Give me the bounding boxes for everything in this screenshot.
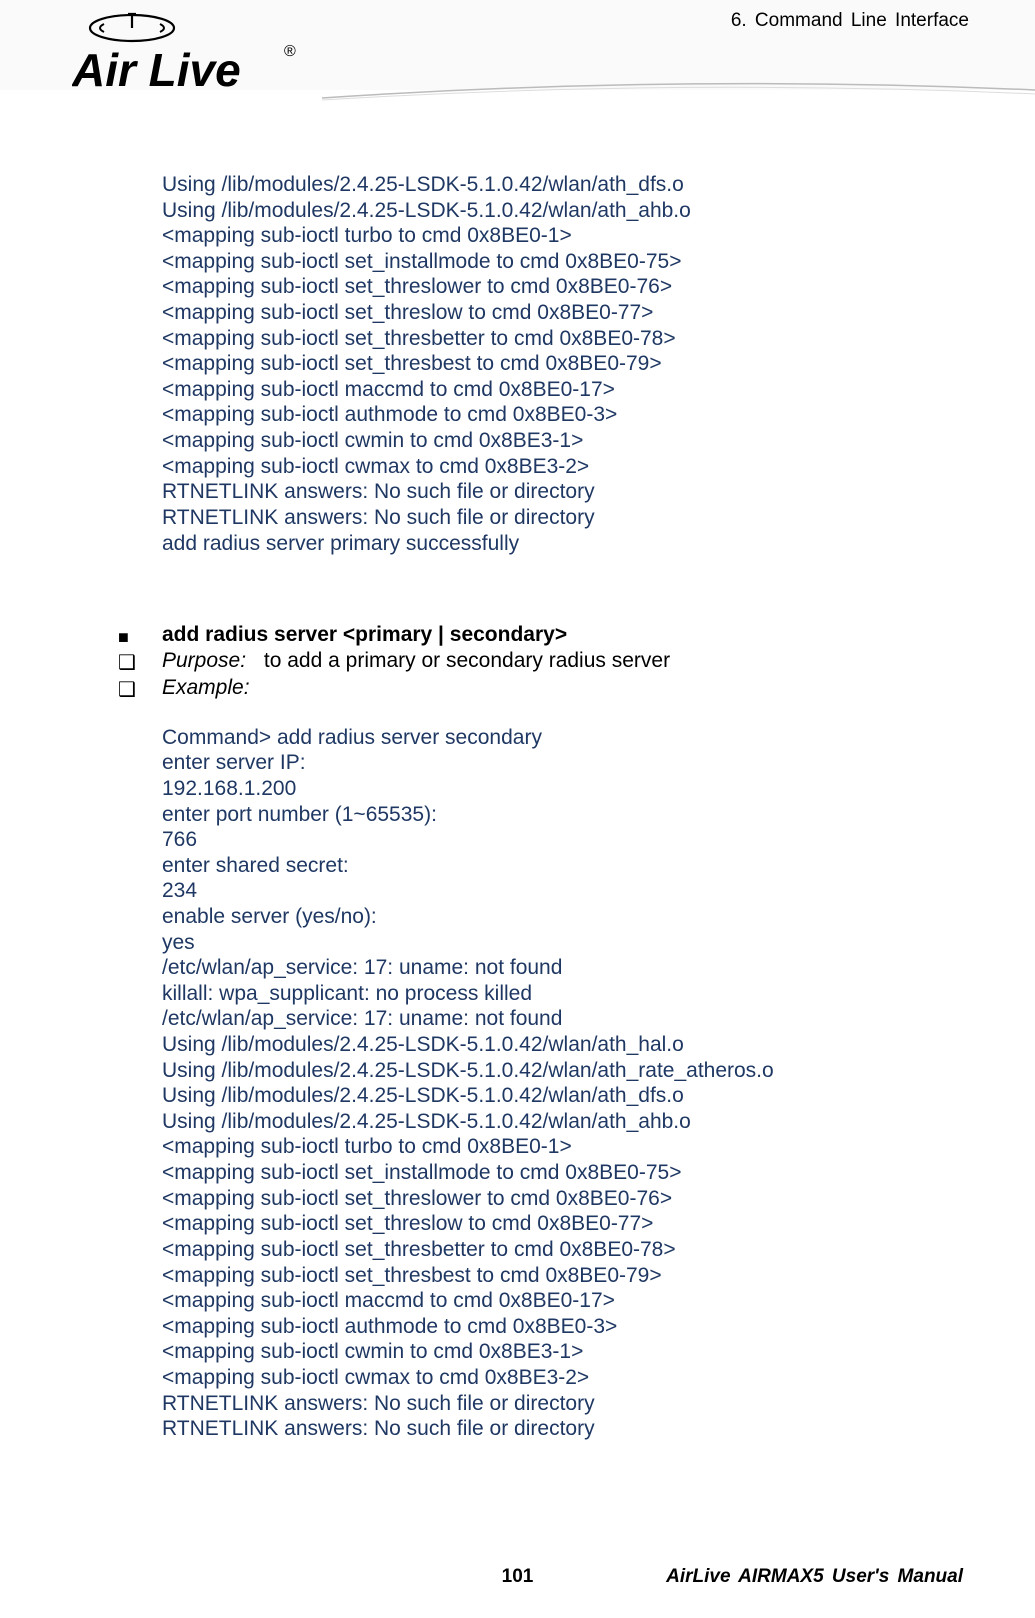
terminal-line: <mapping sub-ioctl set_installmode to cm… [162, 249, 963, 275]
terminal-line: killall: wpa_supplicant: no process kill… [162, 981, 963, 1007]
command-title: add radius server <primary | secondary> [162, 622, 567, 648]
terminal-line: <mapping sub-ioctl authmode to cmd 0x8BE… [162, 1314, 963, 1340]
terminal-line: <mapping sub-ioctl turbo to cmd 0x8BE0-1… [162, 1134, 963, 1160]
terminal-line: Using /lib/modules/2.4.25-LSDK-5.1.0.42/… [162, 1032, 963, 1058]
filled-square-bullet-icon [118, 622, 162, 648]
terminal-line: <mapping sub-ioctl set_threslow to cmd 0… [162, 1211, 963, 1237]
terminal-line: Command> add radius server secondary [162, 725, 963, 751]
terminal-line: Using /lib/modules/2.4.25-LSDK-5.1.0.42/… [162, 1058, 963, 1084]
terminal-line: <mapping sub-ioctl set_installmode to cm… [162, 1160, 963, 1186]
terminal-line: enter server IP: [162, 750, 963, 776]
terminal-line: Using /lib/modules/2.4.25-LSDK-5.1.0.42/… [162, 198, 963, 224]
svg-text:Air Live: Air Live [72, 44, 241, 96]
manual-title: AirLive AIRMAX5 User's Manual [666, 1566, 963, 1588]
terminal-line: 766 [162, 827, 963, 853]
page-header: Air Live ® 6. Command Line Interface [72, 0, 963, 116]
terminal-line: <mapping sub-ioctl maccmd to cmd 0x8BE0-… [162, 1288, 963, 1314]
terminal-line: <mapping sub-ioctl cwmax to cmd 0x8BE3-2… [162, 1365, 963, 1391]
purpose-text: to add a primary or secondary radius ser… [264, 649, 670, 672]
terminal-output-1: Using /lib/modules/2.4.25-LSDK-5.1.0.42/… [162, 172, 963, 556]
terminal-line: <mapping sub-ioctl cwmax to cmd 0x8BE3-2… [162, 454, 963, 480]
terminal-line: 192.168.1.200 [162, 776, 963, 802]
terminal-line: /etc/wlan/ap_service: 17: uname: not fou… [162, 955, 963, 981]
purpose-label: Purpose: [162, 649, 246, 672]
header-divider [322, 78, 1035, 102]
terminal-line: yes [162, 930, 963, 956]
terminal-line: 234 [162, 878, 963, 904]
command-purpose-row: Purpose: to add a primary or secondary r… [118, 648, 963, 674]
terminal-line: <mapping sub-ioctl set_thresbetter to cm… [162, 326, 963, 352]
terminal-line: Using /lib/modules/2.4.25-LSDK-5.1.0.42/… [162, 1083, 963, 1109]
terminal-line: <mapping sub-ioctl cwmin to cmd 0x8BE3-1… [162, 1339, 963, 1365]
terminal-line: <mapping sub-ioctl set_threslow to cmd 0… [162, 300, 963, 326]
document-page: Air Live ® 6. Command Line Interface Usi… [0, 0, 1035, 1618]
terminal-line: add radius server primary successfully [162, 531, 963, 557]
terminal-line: RTNETLINK answers: No such file or direc… [162, 1391, 963, 1417]
terminal-line: <mapping sub-ioctl maccmd to cmd 0x8BE0-… [162, 377, 963, 403]
brand-logo: Air Live ® [72, 6, 322, 106]
example-label: Example: [162, 675, 250, 701]
svg-text:®: ® [284, 43, 296, 60]
page-content: Using /lib/modules/2.4.25-LSDK-5.1.0.42/… [162, 172, 963, 1442]
chapter-heading: 6. Command Line Interface [731, 10, 969, 32]
terminal-line: RTNETLINK answers: No such file or direc… [162, 505, 963, 531]
terminal-line: Using /lib/modules/2.4.25-LSDK-5.1.0.42/… [162, 1109, 963, 1135]
terminal-line: <mapping sub-ioctl set_thresbest to cmd … [162, 1263, 963, 1289]
outline-square-bullet-icon [118, 675, 162, 701]
outline-square-bullet-icon [118, 648, 162, 674]
terminal-line: <mapping sub-ioctl turbo to cmd 0x8BE0-1… [162, 223, 963, 249]
terminal-line: <mapping sub-ioctl set_thresbetter to cm… [162, 1237, 963, 1263]
terminal-output-2: Command> add radius server secondaryente… [162, 725, 963, 1442]
terminal-line: RTNETLINK answers: No such file or direc… [162, 1416, 963, 1442]
page-number: 101 [502, 1566, 534, 1588]
page-footer: 101 AirLive AIRMAX5 User's Manual [72, 1566, 963, 1588]
terminal-line: <mapping sub-ioctl set_thresbest to cmd … [162, 351, 963, 377]
command-title-row: add radius server <primary | secondary> [118, 622, 963, 648]
terminal-line: <mapping sub-ioctl set_threslower to cmd… [162, 274, 963, 300]
terminal-line: <mapping sub-ioctl set_threslower to cmd… [162, 1186, 963, 1212]
command-example-row: Example: [118, 675, 963, 701]
terminal-line: enter port number (1~65535): [162, 802, 963, 828]
terminal-line: enter shared secret: [162, 853, 963, 879]
command-section: add radius server <primary | secondary> … [118, 622, 963, 1442]
terminal-line: <mapping sub-ioctl cwmin to cmd 0x8BE3-1… [162, 428, 963, 454]
terminal-line: enable server (yes/no): [162, 904, 963, 930]
terminal-line: /etc/wlan/ap_service: 17: uname: not fou… [162, 1006, 963, 1032]
terminal-line: RTNETLINK answers: No such file or direc… [162, 479, 963, 505]
terminal-line: Using /lib/modules/2.4.25-LSDK-5.1.0.42/… [162, 172, 963, 198]
terminal-line: <mapping sub-ioctl authmode to cmd 0x8BE… [162, 402, 963, 428]
